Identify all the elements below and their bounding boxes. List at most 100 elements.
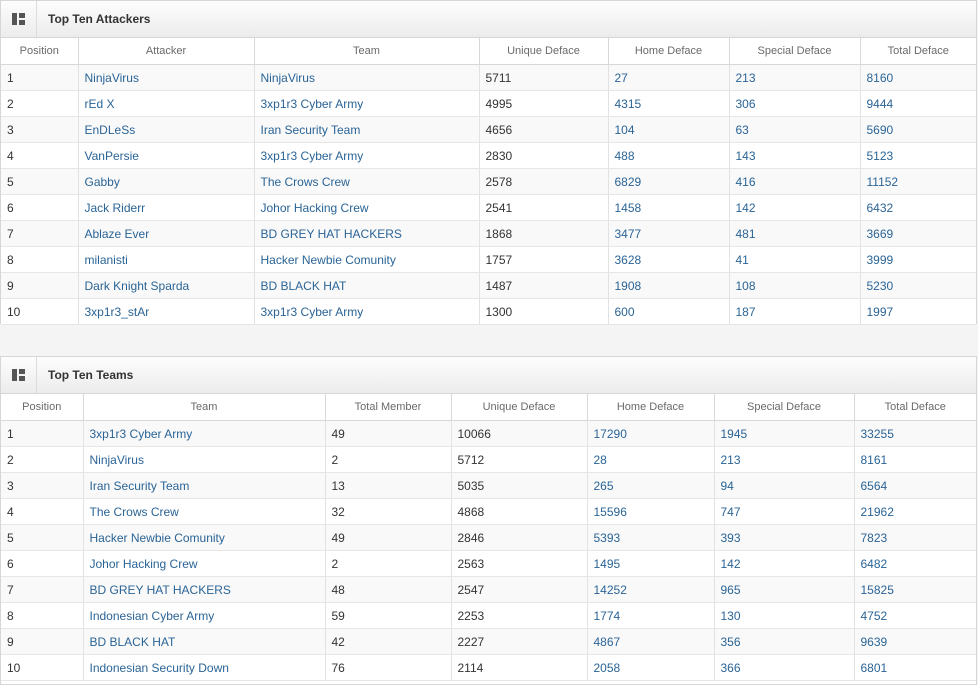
total-deface-link[interactable]: 9444 xyxy=(860,90,976,117)
column-header[interactable]: Position xyxy=(1,394,84,421)
team-link[interactable]: BD BLACK HAT xyxy=(83,628,326,655)
total-deface-link[interactable]: 4752 xyxy=(854,602,976,629)
total-deface-link[interactable]: 6482 xyxy=(854,550,976,577)
attacker-link[interactable]: VanPersie xyxy=(78,142,255,169)
special-deface-link[interactable]: 366 xyxy=(714,654,855,681)
column-header[interactable]: Team xyxy=(83,394,326,421)
total-deface-link[interactable]: 8160 xyxy=(860,64,976,91)
total-deface-link[interactable]: 6801 xyxy=(854,654,976,681)
home-deface-link[interactable]: 27 xyxy=(608,64,730,91)
column-header[interactable]: Team xyxy=(254,38,480,65)
total-deface-link[interactable]: 5230 xyxy=(860,272,976,299)
team-link[interactable]: Johor Hacking Crew xyxy=(254,194,480,221)
special-deface-link[interactable]: 213 xyxy=(729,64,861,91)
total-deface-link[interactable]: 7823 xyxy=(854,524,976,551)
home-deface-link[interactable]: 28 xyxy=(587,446,715,473)
home-deface-link[interactable]: 488 xyxy=(608,142,730,169)
special-deface-link[interactable]: 356 xyxy=(714,628,855,655)
special-deface-link[interactable]: 108 xyxy=(729,272,861,299)
team-link[interactable]: Indonesian Cyber Army xyxy=(83,602,326,629)
team-link[interactable]: NinjaVirus xyxy=(83,446,326,473)
team-link[interactable]: Hacker Newbie Comunity xyxy=(83,524,326,551)
team-link[interactable]: Hacker Newbie Comunity xyxy=(254,246,480,273)
total-deface-link[interactable]: 1997 xyxy=(860,298,976,325)
home-deface-link[interactable]: 3628 xyxy=(608,246,730,273)
column-header[interactable]: Home Deface xyxy=(587,394,715,421)
special-deface-link[interactable]: 416 xyxy=(729,168,861,195)
team-link[interactable]: The Crows Crew xyxy=(254,168,480,195)
team-link[interactable]: BD BLACK HAT xyxy=(254,272,480,299)
home-deface-link[interactable]: 104 xyxy=(608,116,730,143)
column-header[interactable]: Special Deface xyxy=(729,38,861,65)
special-deface-link[interactable]: 213 xyxy=(714,446,855,473)
column-header[interactable]: Position xyxy=(1,38,79,65)
home-deface-link[interactable]: 4315 xyxy=(608,90,730,117)
home-deface-link[interactable]: 1774 xyxy=(587,602,715,629)
team-link[interactable]: Iran Security Team xyxy=(83,472,326,499)
special-deface-link[interactable]: 393 xyxy=(714,524,855,551)
home-deface-link[interactable]: 1908 xyxy=(608,272,730,299)
home-deface-link[interactable]: 5393 xyxy=(587,524,715,551)
special-deface-link[interactable]: 747 xyxy=(714,498,855,525)
attacker-link[interactable]: 3xp1r3_stAr xyxy=(78,298,255,325)
total-deface-link[interactable]: 5690 xyxy=(860,116,976,143)
total-deface-link[interactable]: 6564 xyxy=(854,472,976,499)
team-link[interactable]: BD GREY HAT HACKERS xyxy=(83,576,326,603)
total-deface-link[interactable]: 9639 xyxy=(854,628,976,655)
home-deface-link[interactable]: 14252 xyxy=(587,576,715,603)
team-link[interactable]: 3xp1r3 Cyber Army xyxy=(254,298,480,325)
total-deface-link[interactable]: 8161 xyxy=(854,446,976,473)
team-link[interactable]: 3xp1r3 Cyber Army xyxy=(254,142,480,169)
team-link[interactable]: Iran Security Team xyxy=(254,116,480,143)
special-deface-link[interactable]: 1945 xyxy=(714,420,855,447)
special-deface-link[interactable]: 306 xyxy=(729,90,861,117)
special-deface-link[interactable]: 41 xyxy=(729,246,861,273)
home-deface-link[interactable]: 15596 xyxy=(587,498,715,525)
total-deface-link[interactable]: 21962 xyxy=(854,498,976,525)
special-deface-link[interactable]: 187 xyxy=(729,298,861,325)
team-link[interactable]: 3xp1r3 Cyber Army xyxy=(83,420,326,447)
total-deface-link[interactable]: 15825 xyxy=(854,576,976,603)
home-deface-link[interactable]: 4867 xyxy=(587,628,715,655)
special-deface-link[interactable]: 142 xyxy=(714,550,855,577)
attacker-link[interactable]: Jack Riderr xyxy=(78,194,255,221)
team-link[interactable]: 3xp1r3 Cyber Army xyxy=(254,90,480,117)
home-deface-link[interactable]: 265 xyxy=(587,472,715,499)
total-deface-link[interactable]: 3669 xyxy=(860,220,976,247)
attacker-link[interactable]: Gabby xyxy=(78,168,255,195)
column-header[interactable]: Unique Deface xyxy=(451,394,588,421)
attacker-link[interactable]: Ablaze Ever xyxy=(78,220,255,247)
special-deface-link[interactable]: 63 xyxy=(729,116,861,143)
team-link[interactable]: The Crows Crew xyxy=(83,498,326,525)
total-deface-link[interactable]: 3999 xyxy=(860,246,976,273)
attacker-link[interactable]: EnDLeSs xyxy=(78,116,255,143)
team-link[interactable]: NinjaVirus xyxy=(254,64,480,91)
column-header[interactable]: Special Deface xyxy=(714,394,855,421)
total-deface-link[interactable]: 33255 xyxy=(854,420,976,447)
special-deface-link[interactable]: 142 xyxy=(729,194,861,221)
column-header[interactable]: Unique Deface xyxy=(479,38,609,65)
special-deface-link[interactable]: 481 xyxy=(729,220,861,247)
home-deface-link[interactable]: 3477 xyxy=(608,220,730,247)
total-deface-link[interactable]: 6432 xyxy=(860,194,976,221)
home-deface-link[interactable]: 2058 xyxy=(587,654,715,681)
column-header[interactable]: Total Deface xyxy=(854,394,976,421)
special-deface-link[interactable]: 965 xyxy=(714,576,855,603)
column-header[interactable]: Total Member xyxy=(325,394,452,421)
home-deface-link[interactable]: 6829 xyxy=(608,168,730,195)
attacker-link[interactable]: rEd X xyxy=(78,90,255,117)
special-deface-link[interactable]: 94 xyxy=(714,472,855,499)
special-deface-link[interactable]: 130 xyxy=(714,602,855,629)
total-deface-link[interactable]: 11152 xyxy=(860,168,976,195)
attacker-link[interactable]: milanisti xyxy=(78,246,255,273)
home-deface-link[interactable]: 1495 xyxy=(587,550,715,577)
home-deface-link[interactable]: 1458 xyxy=(608,194,730,221)
home-deface-link[interactable]: 17290 xyxy=(587,420,715,447)
team-link[interactable]: Indonesian Security Down xyxy=(83,654,326,681)
column-header[interactable]: Total Deface xyxy=(860,38,976,65)
special-deface-link[interactable]: 143 xyxy=(729,142,861,169)
total-deface-link[interactable]: 5123 xyxy=(860,142,976,169)
column-header[interactable]: Home Deface xyxy=(608,38,730,65)
attacker-link[interactable]: NinjaVirus xyxy=(78,64,255,91)
home-deface-link[interactable]: 600 xyxy=(608,298,730,325)
